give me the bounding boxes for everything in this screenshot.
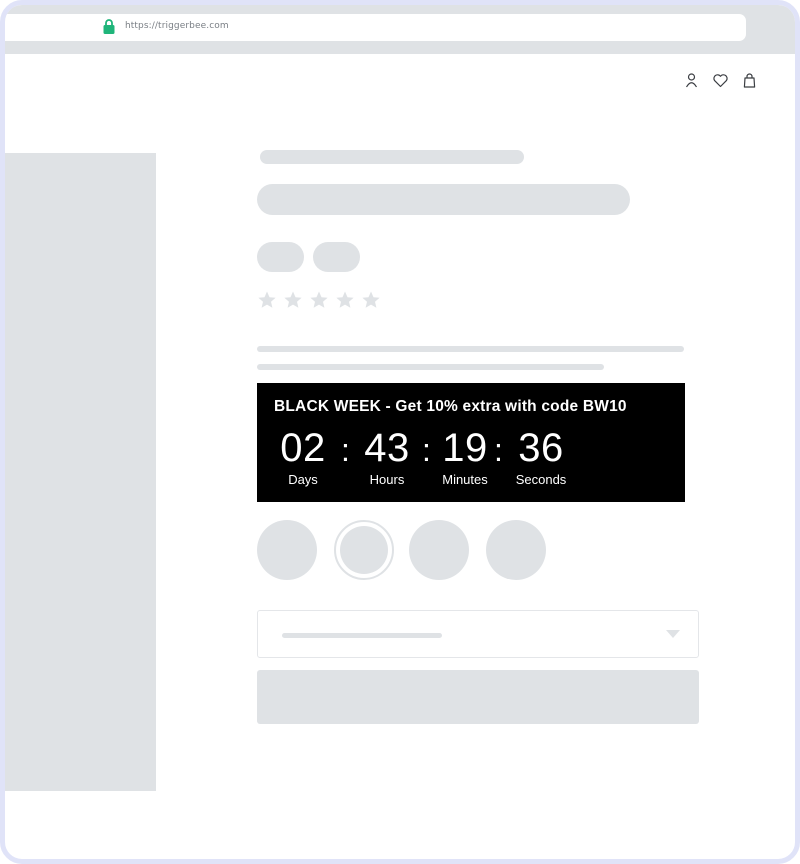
address-bar[interactable]: https://triggerbee.com <box>5 14 746 41</box>
countdown-hours: 43 Hours <box>359 425 415 488</box>
countdown-separator: : <box>494 432 503 468</box>
countdown-headline: BLACK WEEK - Get 10% extra with code BW1… <box>274 398 627 415</box>
countdown-separator: : <box>341 432 350 468</box>
countdown-seconds-value: 36 <box>518 426 564 470</box>
countdown-days: 02 Days <box>273 425 333 488</box>
countdown-minutes-label: Minutes <box>442 472 488 487</box>
url-text: https://triggerbee.com <box>125 21 229 31</box>
lock-icon <box>103 19 115 34</box>
browser-window: https://triggerbee.com BLACK WEEK - Get … <box>0 0 800 864</box>
description-placeholder <box>257 346 684 352</box>
star-icon <box>309 290 329 310</box>
countdown-minutes-value: 19 <box>442 426 488 470</box>
countdown-minutes: 19 Minutes <box>437 425 493 488</box>
countdown-separator: : <box>422 432 431 468</box>
variant-select[interactable] <box>257 610 699 658</box>
star-icon <box>335 290 355 310</box>
star-icon <box>257 290 277 310</box>
product-image-placeholder <box>5 153 156 791</box>
countdown-days-label: Days <box>288 472 318 487</box>
countdown-banner[interactable]: BLACK WEEK - Get 10% extra with code BW1… <box>257 383 685 502</box>
tag-placeholder <box>257 242 304 272</box>
header-actions <box>683 72 758 89</box>
tag-placeholder <box>313 242 360 272</box>
countdown-seconds-label: Seconds <box>515 472 567 487</box>
bag-icon[interactable] <box>741 72 758 89</box>
countdown-hours-label: Hours <box>369 472 405 487</box>
add-to-cart-button[interactable] <box>257 670 699 724</box>
countdown-days-value: 02 <box>280 426 326 470</box>
star-icon <box>283 290 303 310</box>
color-swatch[interactable] <box>486 520 546 580</box>
browser-toolbar: https://triggerbee.com <box>5 5 795 54</box>
color-swatch[interactable] <box>409 520 469 580</box>
user-icon[interactable] <box>683 72 700 89</box>
select-value-placeholder <box>282 633 442 638</box>
heart-icon[interactable] <box>712 72 729 89</box>
product-subtitle-placeholder <box>260 150 524 164</box>
color-swatch[interactable] <box>257 520 317 580</box>
color-swatch-selected[interactable] <box>334 520 394 580</box>
countdown-hours-value: 43 <box>364 426 410 470</box>
description-placeholder <box>257 364 604 370</box>
chevron-down-icon <box>666 630 680 638</box>
countdown-seconds: 36 Seconds <box>511 425 571 488</box>
rating-stars <box>257 290 381 310</box>
product-title-placeholder <box>257 184 630 215</box>
star-icon <box>361 290 381 310</box>
